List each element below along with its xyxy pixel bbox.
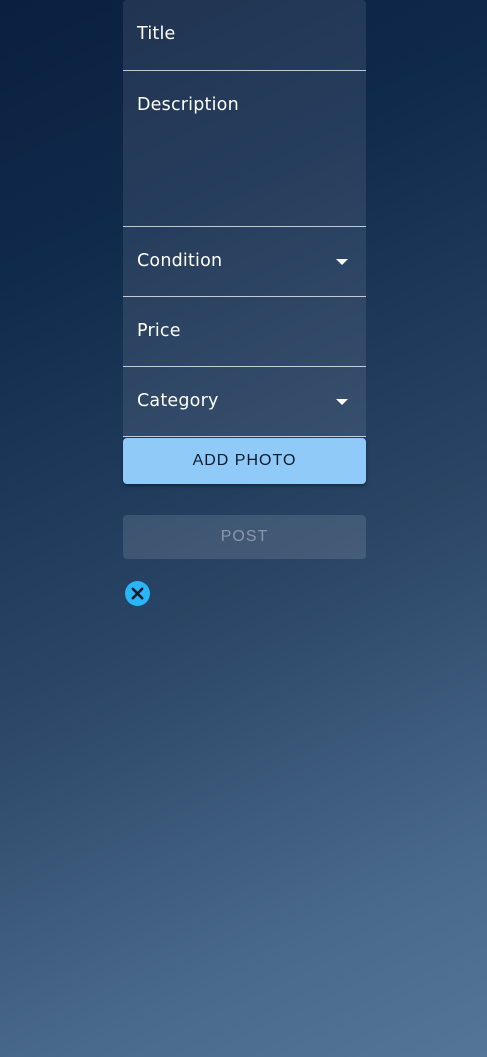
category-select[interactable]: Category: [123, 367, 366, 437]
listing-form: Title Description Condition Price Catego…: [123, 0, 366, 559]
price-field-label: Price: [137, 321, 181, 341]
add-photo-button[interactable]: ADD PHOTO: [123, 438, 366, 484]
condition-select[interactable]: Condition: [123, 227, 366, 297]
price-field[interactable]: Price: [123, 297, 366, 367]
caret-down-icon: [336, 259, 348, 265]
description-field-label: Description: [137, 95, 239, 115]
title-field[interactable]: Title: [123, 0, 366, 71]
condition-select-label: Condition: [137, 251, 223, 271]
category-select-label: Category: [137, 391, 219, 411]
caret-down-icon: [336, 399, 348, 405]
description-field[interactable]: Description: [123, 71, 366, 227]
post-button[interactable]: POST: [123, 515, 366, 559]
close-icon[interactable]: [125, 581, 150, 606]
title-field-label: Title: [137, 24, 176, 44]
